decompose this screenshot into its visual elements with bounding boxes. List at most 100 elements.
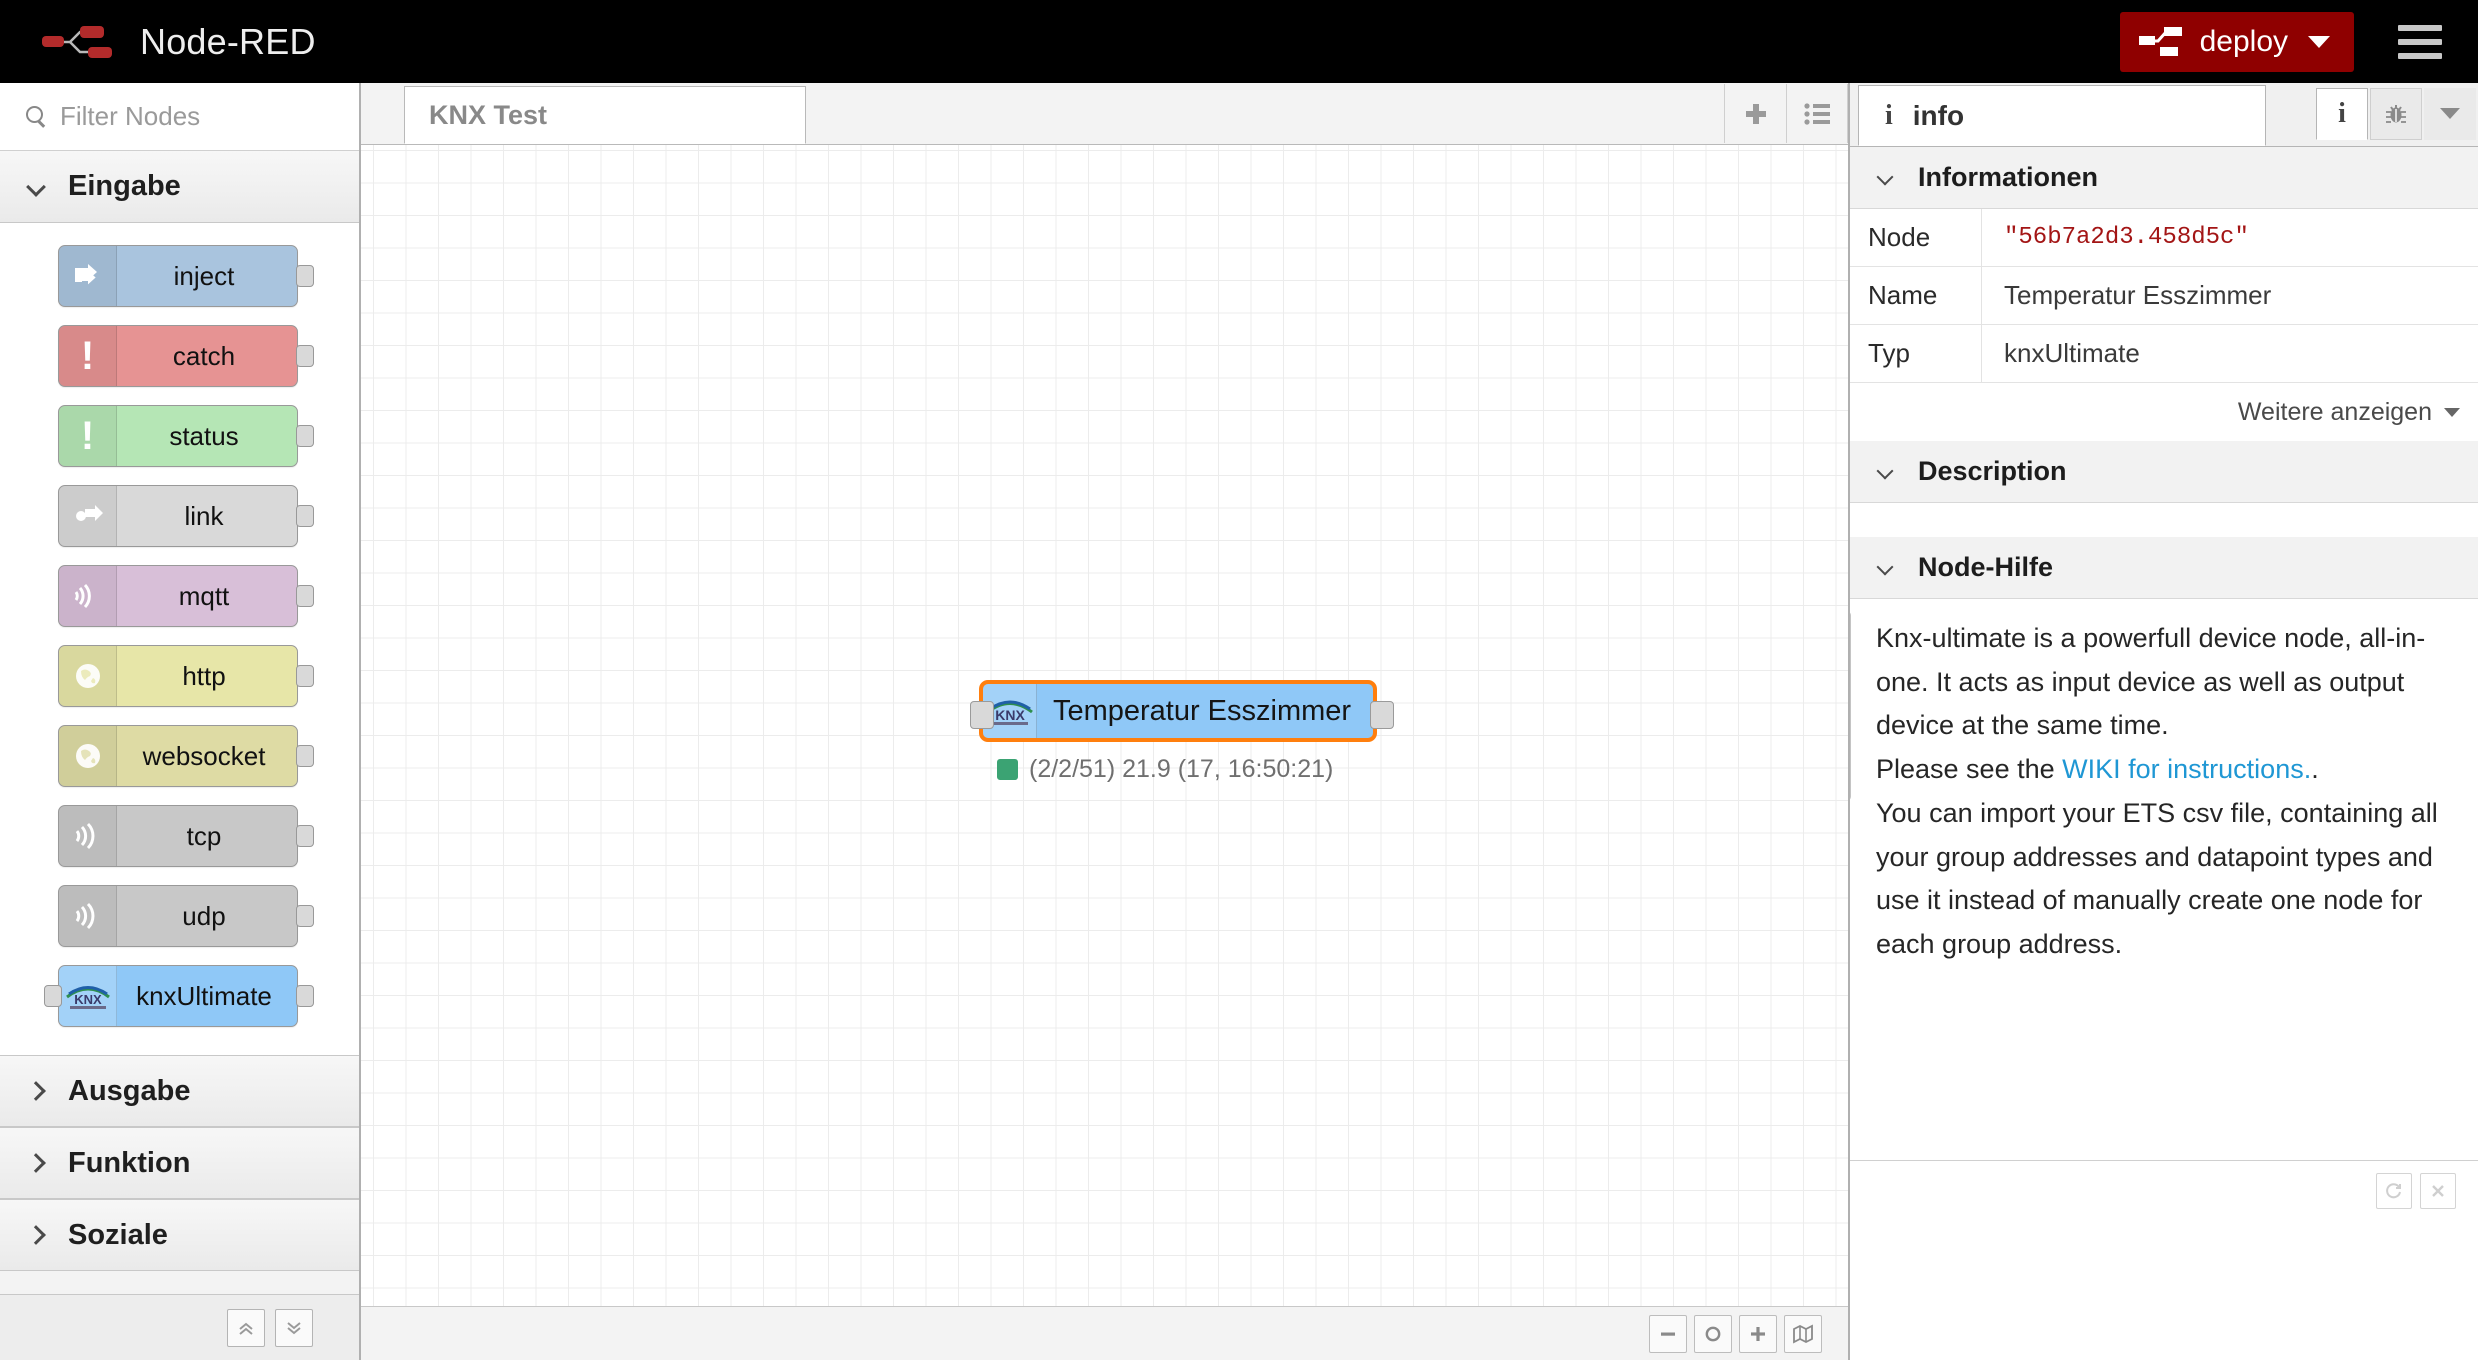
caret-down-icon (2440, 108, 2460, 119)
section-description[interactable]: Description (1850, 441, 2478, 503)
section-label: Informationen (1918, 162, 2098, 192)
wiki-link[interactable]: WIKI for instructions. (2062, 754, 2311, 784)
sidebar-tab-label: info (1912, 99, 1965, 131)
workspace-tabbar: KNX Test (361, 83, 1848, 145)
node-output-port[interactable] (296, 265, 314, 287)
zoom-reset-button[interactable] (1694, 1314, 1732, 1353)
palette-node-catch[interactable]: ! catch (58, 325, 298, 387)
table-row: Name Temperatur Esszimmer (1850, 267, 2478, 325)
brand: Node-RED (40, 21, 316, 63)
search-icon (26, 105, 48, 128)
chevron-right-icon (26, 1153, 46, 1173)
show-more-button[interactable]: Weitere anzeigen (1850, 383, 2478, 441)
palette-node-row: websocket (0, 717, 359, 797)
node-output-port[interactable] (296, 665, 314, 687)
node-output-port[interactable] (296, 985, 314, 1007)
add-flow-button[interactable] (1724, 84, 1786, 143)
sidebar-more-button[interactable] (2424, 87, 2476, 140)
palette-node-http[interactable]: http (58, 645, 298, 707)
refresh-button[interactable] (2376, 1173, 2412, 1209)
svg-text:KNX: KNX (74, 992, 102, 1007)
palette-node-row: KNX knxUltimate (0, 957, 359, 1037)
close-button[interactable] (2420, 1173, 2456, 1209)
caret-down-icon[interactable] (2308, 35, 2330, 48)
palette-node-status[interactable]: ! status (58, 405, 298, 467)
section-node-hilfe[interactable]: Node-Hilfe (1850, 537, 2478, 599)
canvas-toolbar (361, 1306, 1848, 1360)
app-header: Node-RED deploy (0, 0, 2478, 83)
palette-node-inject[interactable]: inject (58, 245, 298, 307)
palette-node-row: ! catch (0, 317, 359, 397)
sidebar-tab-info[interactable]: i info (1858, 85, 2266, 146)
chevron-down-icon (1876, 558, 1896, 578)
node-output-port[interactable] (296, 825, 314, 847)
exclamation-icon: ! (59, 406, 117, 466)
hamburger-bar (2398, 24, 2442, 31)
filter-nodes-input[interactable] (60, 101, 341, 132)
globe-icon (59, 646, 117, 706)
node-help-wrap[interactable]: Knx-ultimate is a powerfull device node,… (1850, 599, 2478, 1160)
palette-node-link[interactable]: link (58, 485, 298, 547)
chevron-right-icon (26, 1225, 46, 1245)
hamburger-bar (2398, 38, 2442, 45)
node-output-port[interactable] (296, 505, 314, 527)
header-actions: deploy (2119, 0, 2478, 83)
flow-node-output-port[interactable] (1370, 701, 1394, 729)
flow-node-temperatur-esszimmer[interactable]: KNX Temperatur Esszimmer (970, 680, 1394, 742)
tab-label: KNX Test (429, 99, 548, 130)
palette-search-bar (0, 83, 359, 151)
help-paragraph-3: You can import your ETS csv file, contai… (1876, 797, 2438, 960)
zoom-out-button[interactable] (1649, 1314, 1687, 1353)
list-flows-button[interactable] (1786, 84, 1848, 143)
section-label: Description (1918, 456, 2067, 486)
table-row: Typ knxUltimate (1850, 325, 2478, 383)
chevron-down-icon (1876, 462, 1896, 482)
node-output-port[interactable] (296, 425, 314, 447)
palette-category-soziale[interactable]: Soziale (0, 1199, 359, 1271)
zoom-in-button[interactable] (1739, 1314, 1777, 1353)
navigator-map-button[interactable] (1784, 1314, 1822, 1353)
globe-icon (59, 726, 117, 786)
node-output-port[interactable] (296, 905, 314, 927)
node-output-port[interactable] (296, 345, 314, 367)
sidebar-tab-buttons: i (2316, 83, 2478, 146)
section-informationen[interactable]: Informationen (1850, 147, 2478, 209)
expand-all-button[interactable] (275, 1308, 313, 1347)
info-sidebar: i info i Informationen Node "56b7a2d3.45… (1848, 83, 2478, 1360)
tab-knx-test[interactable]: KNX Test (404, 86, 806, 144)
palette-category-funktion[interactable]: Funktion (0, 1127, 359, 1199)
palette-node-mqtt[interactable]: mqtt (58, 565, 298, 627)
palette-node-tcp[interactable]: tcp (58, 805, 298, 867)
palette-scroll-area[interactable]: Eingabe inject ! catch ! status link mqt… (0, 151, 359, 1294)
sidebar-debug-button[interactable] (2370, 87, 2422, 140)
info-key: Typ (1850, 325, 1982, 382)
node-input-port[interactable] (44, 985, 62, 1007)
palette-node-row: tcp (0, 797, 359, 877)
palette-category-body-eingabe: inject ! catch ! status link mqtt http w… (0, 223, 359, 1055)
category-label: Funktion (68, 1146, 191, 1179)
sidebar-info-button[interactable]: i (2316, 87, 2368, 140)
exclamation-icon: ! (59, 326, 117, 386)
flow-node-input-port[interactable] (970, 701, 994, 729)
collapse-all-button[interactable] (227, 1308, 265, 1347)
info-value-type: knxUltimate (2004, 338, 2140, 368)
node-output-port[interactable] (296, 585, 314, 607)
palette-node-websocket[interactable]: websocket (58, 725, 298, 787)
palette-node-label: tcp (186, 820, 222, 851)
info-value-name: Temperatur Esszimmer (2004, 280, 2272, 310)
flow-canvas[interactable]: KNX Temperatur Esszimmer (2/2/51) 21.9 (… (361, 145, 1848, 1360)
palette-node-knxultimate[interactable]: KNX knxUltimate (58, 965, 298, 1027)
info-i-icon: i (1885, 99, 1893, 131)
palette-node-udp[interactable]: udp (58, 885, 298, 947)
palette-node-row: mqtt (0, 557, 359, 637)
deploy-button[interactable]: deploy (2119, 11, 2354, 72)
palette-category-eingabe[interactable]: Eingabe (0, 151, 359, 223)
node-output-port[interactable] (296, 745, 314, 767)
flow-node-status: (2/2/51) 21.9 (17, 16:50:21) (997, 755, 1333, 784)
palette-node-label: status (169, 420, 239, 451)
palette-node-label: inject (173, 260, 235, 291)
hamburger-menu-icon[interactable] (2398, 24, 2442, 59)
chevron-right-icon (26, 1081, 46, 1101)
palette-node-label: link (184, 500, 224, 531)
palette-category-ausgabe[interactable]: Ausgabe (0, 1055, 359, 1127)
